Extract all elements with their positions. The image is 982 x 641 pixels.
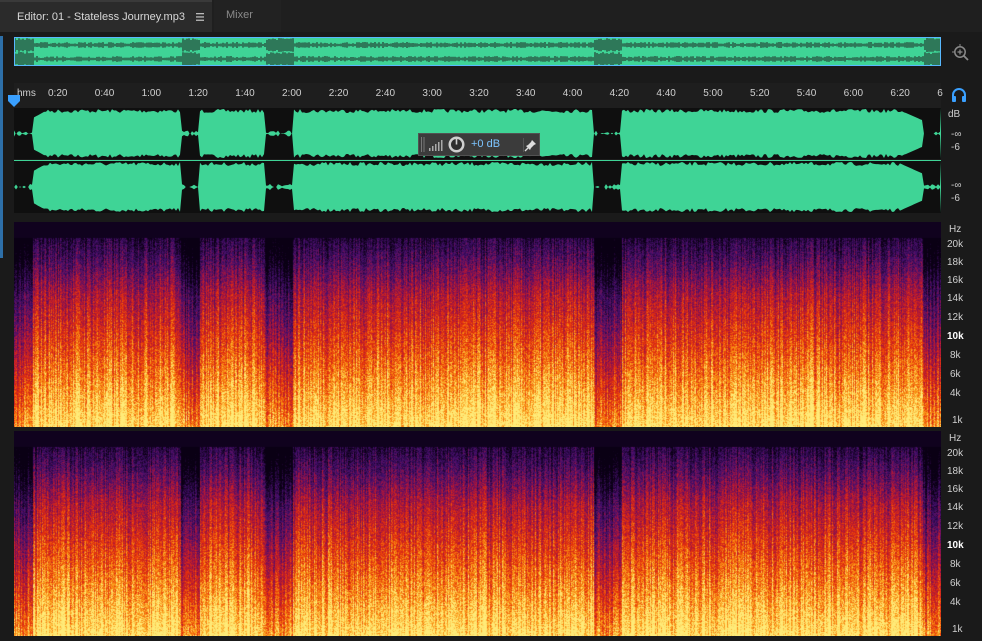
hud-grip-icon[interactable] <box>421 137 425 152</box>
hz-label: 16k <box>947 275 964 286</box>
overview-waveform[interactable] <box>14 37 941 66</box>
spectral-display-ch1[interactable] <box>14 222 941 427</box>
hz-label: 6k <box>950 578 961 589</box>
ruler-tick-label: 1:20 <box>188 88 208 99</box>
hz-label: 6k <box>950 369 961 380</box>
hz-label: 1k <box>952 415 963 426</box>
tab-mixer-label: Mixer <box>226 9 253 21</box>
ruler-tick-label: 4:20 <box>609 88 630 99</box>
spectrogram-ch1 <box>14 222 941 427</box>
volume-value[interactable]: +0 dB <box>471 138 500 150</box>
hz-label: 8k <box>950 559 961 570</box>
ruler-tick-label: 4:40 <box>656 88 676 99</box>
ruler-tick-label: 1:40 <box>235 88 255 99</box>
ruler-tick-label: 2:20 <box>328 88 349 99</box>
ruler-tick-label: 6:00 <box>843 88 864 99</box>
hz-label: 14k <box>947 293 964 304</box>
hz-label: 10k <box>947 331 964 342</box>
hz-label: 4k <box>950 597 961 608</box>
panel-bottom-edge <box>0 637 982 641</box>
hz-label: 10k <box>947 540 964 551</box>
db-label-ch1-6: -6 <box>951 142 960 153</box>
tab-mixer[interactable]: Mixer <box>214 0 281 32</box>
ruler-tick-label: 2:40 <box>375 88 396 99</box>
db-label-ch1-inf: -∞ <box>951 129 962 140</box>
volume-hud[interactable]: +0 dB <box>418 133 540 156</box>
hz-label: 1k <box>952 624 963 635</box>
spectral-display-ch2[interactable] <box>14 431 941 636</box>
db-label-ch2-6: -6 <box>951 193 960 204</box>
hz-label: 8k <box>950 350 961 361</box>
waveform-display[interactable] <box>14 108 941 213</box>
hz-label: 18k <box>947 466 964 477</box>
panel-menu-icon[interactable] <box>196 13 204 21</box>
ruler-tick-label: 3:00 <box>422 88 442 99</box>
hz-label: 20k <box>947 239 964 250</box>
db-unit-label: dB <box>948 109 961 120</box>
hz-label: 14k <box>947 502 964 513</box>
hz-label: 12k <box>947 312 964 323</box>
hz-unit-label: Hz <box>949 433 962 444</box>
waveform-graphic <box>14 108 941 213</box>
ruler-tick-label: 6:20 <box>890 88 910 99</box>
hz-label: 16k <box>947 484 964 495</box>
ruler-tick-label: 6 <box>937 88 943 99</box>
ruler-tick-label: 5:40 <box>796 88 817 99</box>
tab-editor[interactable]: Editor: 01 - Stateless Journey.mp3 <box>0 0 212 32</box>
ruler-tick-label: 3:20 <box>469 88 489 99</box>
ruler-tick-label: 1:00 <box>141 88 162 99</box>
db-label-ch2-inf: -∞ <box>951 180 962 191</box>
spectrogram-ch2 <box>14 431 941 636</box>
volume-knob-icon[interactable] <box>448 136 465 153</box>
playhead-marker[interactable] <box>8 95 20 107</box>
hz-unit-label: Hz <box>949 224 962 235</box>
headphone-snap-icon[interactable] <box>951 87 967 103</box>
pin-icon[interactable] <box>523 138 538 152</box>
hz-label: 4k <box>950 388 961 399</box>
track-selection-strip <box>0 36 3 258</box>
channel-divider <box>14 159 941 160</box>
zoom-in-icon[interactable] <box>952 44 970 62</box>
panel-tab-bar: Editor: 01 - Stateless Journey.mp3 Mixer <box>0 0 982 32</box>
ruler-tick-label: 5:20 <box>750 88 770 99</box>
ruler-tick-label: 0:20 <box>48 88 68 99</box>
level-meter-icon <box>429 140 443 151</box>
ruler-tick-label: 5:00 <box>703 88 723 99</box>
tab-editor-label: Editor: 01 - Stateless Journey.mp3 <box>17 11 185 23</box>
time-ruler[interactable]: hms 0:20 0:40 1:00 1:20 1:40 2:00 2:20 2:40 3:00… <box>14 83 943 108</box>
overview-waveform-graphic <box>15 38 940 65</box>
hz-label: 20k <box>947 448 964 459</box>
ruler-tick-label: 0:40 <box>94 88 115 99</box>
ruler-tick-label: 2:00 <box>282 88 302 99</box>
hz-label: 18k <box>947 257 964 268</box>
hz-label: 12k <box>947 521 964 532</box>
ruler-tick-label: 3:40 <box>516 88 536 99</box>
ruler-tick-label: 4:00 <box>562 88 583 99</box>
